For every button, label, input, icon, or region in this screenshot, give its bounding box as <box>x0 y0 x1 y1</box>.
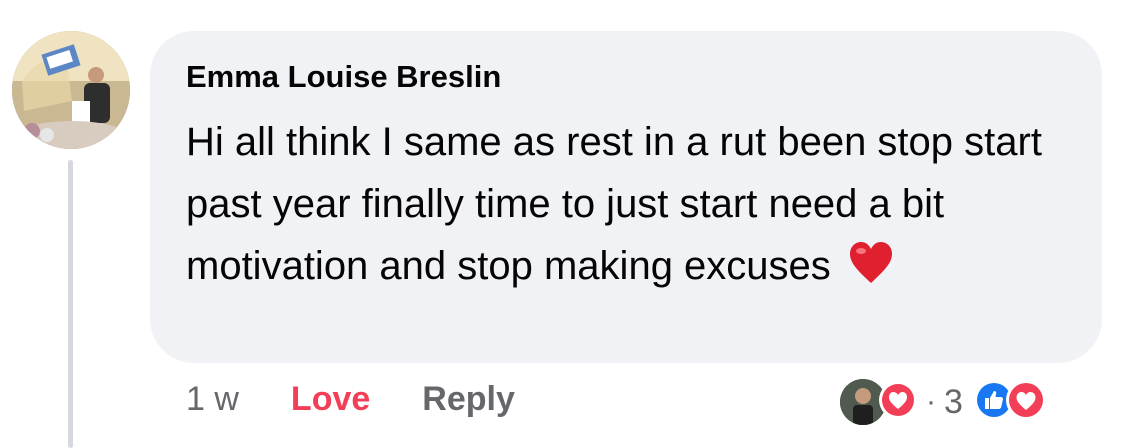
reaction-separator: · <box>926 385 936 418</box>
author-avatar[interactable] <box>12 31 130 149</box>
comment-timestamp[interactable]: 1 w <box>186 380 239 419</box>
comment-bubble: Emma Louise Breslin Hi all think I same … <box>150 31 1102 363</box>
thread-line <box>68 160 73 448</box>
love-button[interactable]: Love <box>291 380 370 419</box>
comment-actions: 1 w Love Reply <box>186 380 515 419</box>
comment-text: Hi all think I same as rest in a rut bee… <box>186 120 1042 288</box>
heart-emoji-icon <box>848 241 894 303</box>
reactions-summary[interactable]: · 3 <box>840 378 1047 426</box>
comment-text-container: Hi all think I same as rest in a rut bee… <box>186 111 1076 303</box>
author-name[interactable]: Emma Louise Breslin <box>186 59 501 95</box>
love-reaction-badge-icon <box>878 380 918 425</box>
reaction-count[interactable]: 3 <box>944 383 963 422</box>
love-icon <box>1005 379 1047 426</box>
reply-button[interactable]: Reply <box>422 380 515 419</box>
